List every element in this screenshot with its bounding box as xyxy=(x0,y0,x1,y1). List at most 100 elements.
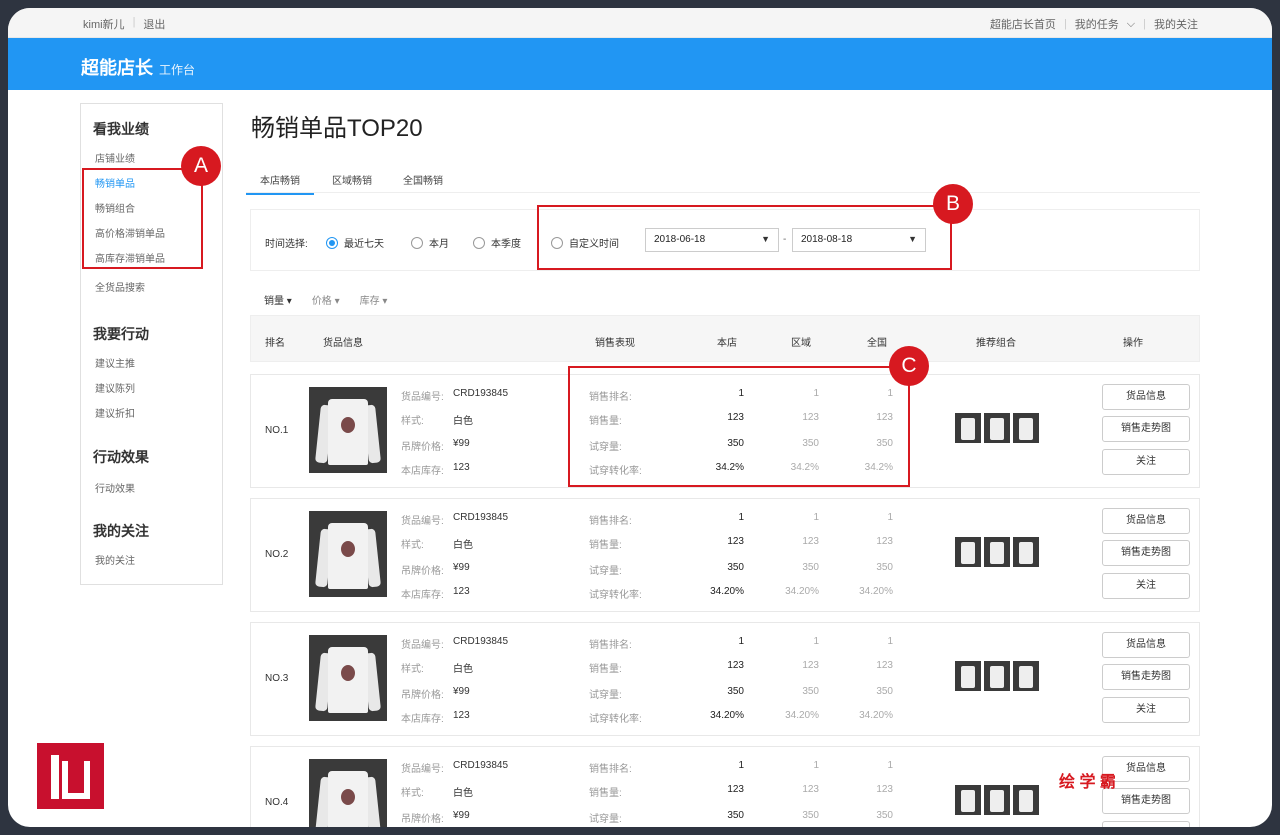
sales-trend-button[interactable]: 销售走势图 xyxy=(1102,416,1190,442)
metric-label: 试穿量: xyxy=(589,690,622,701)
product-image[interactable] xyxy=(309,759,387,827)
product-field-value: CRD193845 xyxy=(453,512,509,523)
sales-trend-button[interactable]: 销售走势图 xyxy=(1102,540,1190,566)
my-follow-link[interactable]: 我的关注 xyxy=(1154,16,1198,32)
sidebar-item-action-effect[interactable]: 行动效果 xyxy=(95,480,135,495)
combo-item-image[interactable] xyxy=(1013,413,1039,443)
follow-button[interactable]: 关注 xyxy=(1102,573,1190,599)
store-metric-value: 350 xyxy=(727,810,744,821)
annotation-badge-a: A xyxy=(181,146,221,186)
product-field-value: 白色 xyxy=(453,540,473,551)
annotation-badge-b: B xyxy=(933,184,973,224)
region-metric-value: 123 xyxy=(802,784,819,795)
combo-item-image[interactable] xyxy=(984,537,1010,567)
product-field-value: ¥99 xyxy=(453,562,470,573)
nation-metric-value: 123 xyxy=(876,660,893,671)
my-tasks-link[interactable]: 我的任务 xyxy=(1075,16,1119,32)
combo-item-image[interactable] xyxy=(984,785,1010,815)
product-field-value: 123 xyxy=(453,462,470,473)
nation-metric-value: 123 xyxy=(876,536,893,547)
nation-metric-value: 1 xyxy=(887,636,893,647)
product-field-value: ¥99 xyxy=(453,686,470,697)
combo-item-image[interactable] xyxy=(1013,785,1039,815)
store-metric-value: 350 xyxy=(727,686,744,697)
sidebar-item-suggest-display[interactable]: 建议陈列 xyxy=(95,380,135,395)
radio-icon xyxy=(473,236,485,249)
sidebar-item-suggest-discount[interactable]: 建议折扣 xyxy=(95,405,135,420)
rank-label: NO.3 xyxy=(265,673,289,684)
follow-button[interactable]: 关注 xyxy=(1102,821,1190,827)
sidebar-item-store-performance[interactable]: 店铺业绩 xyxy=(95,150,135,165)
product-image[interactable] xyxy=(309,635,387,721)
column-header: 操作 xyxy=(1123,338,1143,349)
brand-logo xyxy=(37,743,104,809)
combo-item-image[interactable] xyxy=(1013,537,1039,567)
product-field-value: CRD193845 xyxy=(453,760,509,771)
sales-trend-button[interactable]: 销售走势图 xyxy=(1102,664,1190,690)
sort-arrow-icon: ▾ xyxy=(286,296,292,307)
combo-item-image[interactable] xyxy=(1013,661,1039,691)
radio-icon xyxy=(411,236,423,249)
region-metric-value: 1 xyxy=(813,512,819,523)
column-header: 排名 xyxy=(265,338,285,349)
metric-label: 销售量: xyxy=(589,540,622,551)
chevron-down-icon[interactable]: ⌵ xyxy=(1127,18,1135,31)
radio-last-7-days[interactable]: 最近七天 xyxy=(326,235,384,250)
recommended-combo xyxy=(955,661,1039,691)
metric-label: 销售量: xyxy=(589,664,622,675)
product-field: 本店库存: 123 xyxy=(401,586,470,601)
region-metric-value: 34.20% xyxy=(785,710,819,721)
annotation-box-a xyxy=(82,168,203,269)
product-info-button[interactable]: 货品信息 xyxy=(1102,632,1190,658)
table-row: NO.4货品编号:CRD193845样式:白色吊牌价格:¥99本店库存:123销… xyxy=(250,746,1200,827)
combo-item-image[interactable] xyxy=(955,785,981,815)
store-metric-value: 34.20% xyxy=(710,710,744,721)
radio-this-month[interactable]: 本月 xyxy=(411,235,449,250)
sidebar-group-title: 行动效果 xyxy=(93,449,149,465)
product-field: 吊牌价格: ¥99 xyxy=(401,686,470,701)
nation-metric-value: 350 xyxy=(876,686,893,697)
top-bar: kimi新儿 | 退出 超能店长首页 | 我的任务 ⌵ | 我的关注 xyxy=(8,8,1272,38)
store-metric-value: 1 xyxy=(738,636,744,647)
product-field-value: 123 xyxy=(453,710,470,721)
combo-item-image[interactable] xyxy=(955,413,981,443)
combo-item-image[interactable] xyxy=(955,537,981,567)
product-field: 样式: 白色 xyxy=(401,660,473,675)
product-image[interactable] xyxy=(309,511,387,597)
region-metric-value: 1 xyxy=(813,636,819,647)
follow-button[interactable]: 关注 xyxy=(1102,697,1190,723)
column-header: 销售表现 xyxy=(595,338,635,349)
sidebar-item-product-search[interactable]: 全货品搜索 xyxy=(95,279,145,294)
radio-this-quarter[interactable]: 本季度 xyxy=(473,235,521,250)
sidebar-item-suggest-promote[interactable]: 建议主推 xyxy=(95,355,135,370)
sidebar-item-my-follow[interactable]: 我的关注 xyxy=(95,552,135,567)
tab-region[interactable]: 区域畅销 xyxy=(332,172,372,187)
combo-item-image[interactable] xyxy=(984,413,1010,443)
follow-button[interactable]: 关注 xyxy=(1102,449,1190,475)
product-field: 样式: 白色 xyxy=(401,536,473,551)
product-field: 吊牌价格: ¥99 xyxy=(401,438,470,453)
region-metric-value: 34.20% xyxy=(785,586,819,597)
rank-label: NO.2 xyxy=(265,549,289,560)
product-info-button[interactable]: 货品信息 xyxy=(1102,384,1190,410)
tab-nation[interactable]: 全国畅销 xyxy=(403,172,443,187)
nation-metric-value: 350 xyxy=(876,562,893,573)
combo-item-image[interactable] xyxy=(984,661,1010,691)
recommended-combo xyxy=(955,785,1039,815)
store-metric-value: 34.20% xyxy=(710,586,744,597)
home-link[interactable]: 超能店长首页 xyxy=(990,16,1056,32)
tab-store[interactable]: 本店畅销 xyxy=(246,172,314,195)
table-row: NO.2 货品编号: CRD193845 样式: 白色 吊牌价格: ¥99 本店库存: 123 销… xyxy=(250,498,1200,612)
logout-link[interactable]: 退出 xyxy=(143,16,165,32)
metric-label: 试穿量: xyxy=(589,814,622,825)
product-image[interactable] xyxy=(309,387,387,473)
metric-label: 销售量: xyxy=(589,788,622,799)
sort-by-stock[interactable]: 库存 ▾ xyxy=(360,292,388,307)
product-info-button[interactable]: 货品信息 xyxy=(1102,508,1190,534)
sort-by-sales[interactable]: 销量 ▾ xyxy=(264,292,292,307)
product-field: 吊牌价格: ¥99 xyxy=(401,562,470,577)
sort-by-price[interactable]: 价格 ▾ xyxy=(312,292,340,307)
product-field-value: ¥99 xyxy=(453,810,470,821)
combo-item-image[interactable] xyxy=(955,661,981,691)
app-window: kimi新儿 | 退出 超能店长首页 | 我的任务 ⌵ | 我的关注 超能店长 … xyxy=(8,8,1272,827)
